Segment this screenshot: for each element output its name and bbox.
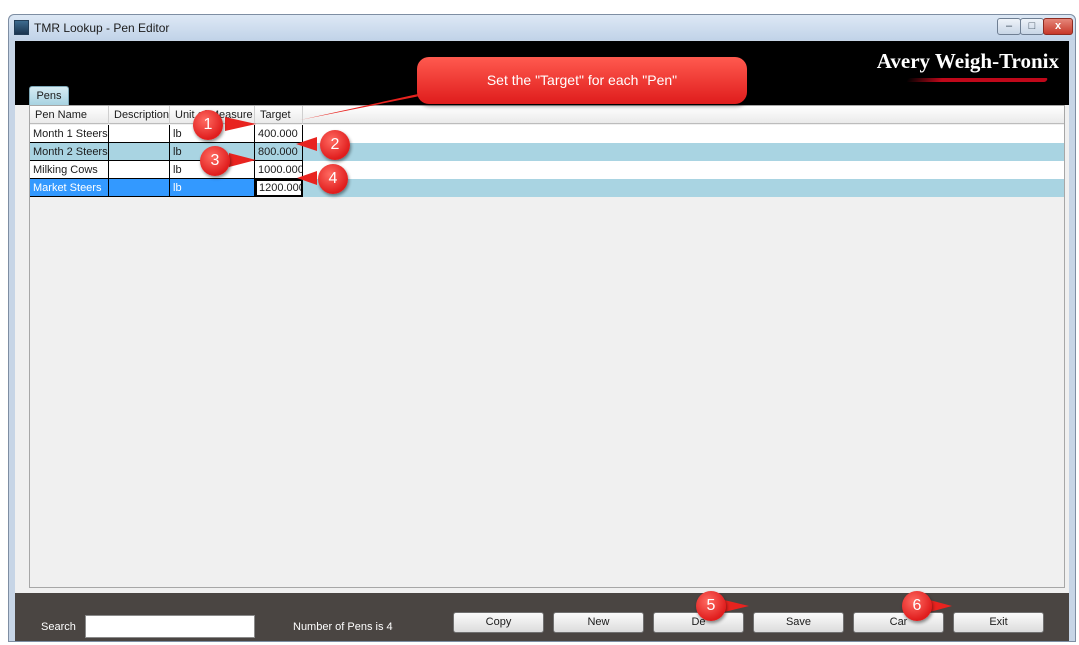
- table-row[interactable]: Month 2 Steers lb 800.000: [30, 143, 1064, 161]
- description-cell[interactable]: [109, 179, 170, 197]
- client-area: Avery Weigh-Tronix Pens Pen Name Descrip…: [15, 41, 1069, 641]
- tab-pens[interactable]: Pens: [29, 86, 69, 105]
- step-marker: 4: [318, 164, 348, 194]
- step-marker: 2: [320, 130, 350, 160]
- copy-button[interactable]: Copy: [453, 612, 544, 633]
- instruction-callout: Set the "Target" for each "Pen": [417, 57, 747, 104]
- description-cell[interactable]: [109, 161, 170, 179]
- pen-name-cell[interactable]: Milking Cows: [30, 161, 109, 179]
- window-title: TMR Lookup - Pen Editor: [34, 21, 170, 35]
- grid-header: Pen Name Description Unit of Measure Tar…: [30, 106, 1064, 124]
- pens-grid: Pen Name Description Unit of Measure Tar…: [29, 105, 1065, 588]
- pen-name-cell[interactable]: Month 2 Steers: [30, 143, 109, 161]
- column-header-description[interactable]: Description: [109, 106, 170, 124]
- column-header-pen-name[interactable]: Pen Name: [30, 106, 109, 124]
- app-window: TMR Lookup - Pen Editor – □ x Avery Weig…: [8, 14, 1076, 642]
- table-row[interactable]: Month 1 Steers lb 400.000: [30, 125, 1064, 143]
- search-input[interactable]: [85, 615, 255, 638]
- minimize-button[interactable]: –: [997, 18, 1021, 35]
- table-row[interactable]: Milking Cows lb 1000.000: [30, 161, 1064, 179]
- maximize-button[interactable]: □: [1020, 18, 1044, 35]
- pen-name-cell[interactable]: Market Steers: [30, 179, 109, 197]
- step-marker: 5: [696, 591, 726, 621]
- step-marker: 3: [200, 146, 230, 176]
- pen-count-text: Number of Pens is 4: [293, 621, 393, 633]
- screenshot: TMR Lookup - Pen Editor – □ x Avery Weig…: [0, 0, 1079, 645]
- pen-name-cell[interactable]: Month 1 Steers: [30, 125, 109, 143]
- exit-button[interactable]: Exit: [953, 612, 1044, 633]
- title-bar[interactable]: TMR Lookup - Pen Editor – □ x: [9, 15, 1075, 40]
- save-button[interactable]: Save: [753, 612, 844, 633]
- cancel-button[interactable]: Car: [853, 612, 944, 633]
- target-cell[interactable]: 400.000: [255, 125, 303, 143]
- brand-logo: Avery Weigh-Tronix: [876, 49, 1059, 73]
- close-button[interactable]: x: [1043, 18, 1073, 35]
- target-cell[interactable]: 800.000: [255, 143, 303, 161]
- search-label: Search: [41, 621, 76, 633]
- step-marker: 6: [902, 591, 932, 621]
- target-cell[interactable]: 1000.000: [255, 161, 303, 179]
- target-cell-editing[interactable]: 1200.000: [255, 179, 303, 197]
- app-icon: [14, 20, 29, 35]
- new-button[interactable]: New: [553, 612, 644, 633]
- description-cell[interactable]: [109, 143, 170, 161]
- logo-swoosh: [905, 78, 1049, 82]
- description-cell[interactable]: [109, 125, 170, 143]
- table-row-selected[interactable]: Market Steers lb 1200.000: [30, 179, 1064, 197]
- column-header-target[interactable]: Target: [255, 106, 303, 124]
- step-marker: 1: [193, 110, 223, 140]
- unit-cell[interactable]: lb: [170, 179, 255, 197]
